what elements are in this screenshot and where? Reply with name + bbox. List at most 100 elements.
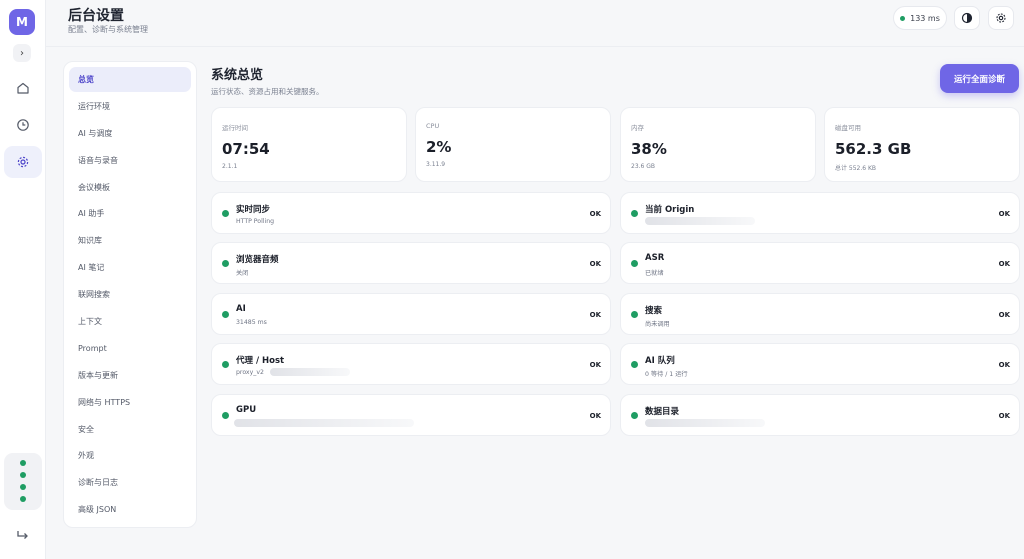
stat-value: 2% bbox=[426, 138, 452, 156]
service-status-dot bbox=[222, 361, 229, 368]
stat-value: 38% bbox=[631, 140, 667, 158]
clock-icon bbox=[17, 119, 29, 131]
latency-badge: 133 ms bbox=[893, 6, 947, 30]
status-dot bbox=[20, 496, 26, 502]
stat-label: 内存 bbox=[631, 124, 644, 132]
subnav-item-context[interactable]: 上下文 bbox=[69, 309, 191, 334]
service-status-dot bbox=[631, 361, 638, 368]
service-status: OK bbox=[998, 361, 1010, 369]
logout-icon bbox=[17, 531, 28, 539]
rail-expand-button[interactable]: › bbox=[13, 44, 31, 62]
stat-card-uptime: 运行时间 07:54 2.1.1 bbox=[211, 107, 407, 182]
subnav-item-knowledge-base[interactable]: 知识库 bbox=[69, 228, 191, 253]
service-card-browser-audio: 浏览器音频 关闭 OK bbox=[211, 242, 611, 284]
stat-value: 07:54 bbox=[222, 140, 270, 158]
home-button[interactable] bbox=[4, 72, 42, 104]
service-status-dot bbox=[631, 210, 638, 217]
service-status-dot bbox=[222, 311, 229, 318]
theme-toggle-button[interactable] bbox=[954, 6, 980, 30]
subnav-item-meeting-templates[interactable]: 会议模板 bbox=[69, 175, 191, 200]
status-dot bbox=[20, 460, 26, 466]
service-card-realtime-sync: 实时同步 HTTP Polling OK bbox=[211, 192, 611, 234]
subnav-item-diagnostics-logs[interactable]: 诊断与日志 bbox=[69, 470, 191, 495]
service-desc: proxy_v2 bbox=[236, 369, 264, 376]
settings-nav-button[interactable] bbox=[4, 146, 42, 178]
service-card-data-dir: 数据目录 OK bbox=[620, 394, 1020, 436]
status-dot bbox=[20, 472, 26, 478]
service-card-ai-queue: AI 队列 0 等待 / 1 运行 OK bbox=[620, 343, 1020, 385]
subnav-item-voice[interactable]: 语音与录音 bbox=[69, 148, 191, 173]
run-full-diagnostics-button[interactable]: 运行全面诊断 bbox=[940, 64, 1019, 93]
service-card-asr: ASR 已就绪 OK bbox=[620, 242, 1020, 284]
stat-detail: 23.6 GB bbox=[631, 163, 656, 170]
service-name: 搜索 bbox=[645, 306, 663, 316]
home-icon bbox=[17, 82, 29, 94]
header-divider bbox=[46, 46, 1024, 47]
service-name: AI 队列 bbox=[645, 356, 675, 366]
subnav-item-security[interactable]: 安全 bbox=[69, 417, 191, 442]
stat-value: 562.3 GB bbox=[835, 140, 912, 158]
section-title: 系统总览 bbox=[211, 68, 264, 83]
service-card-search: 搜索 尚未调用 OK bbox=[620, 293, 1020, 335]
service-status-dot bbox=[631, 412, 638, 419]
subnav-item-web-search[interactable]: 联网搜索 bbox=[69, 282, 191, 307]
service-status-dot bbox=[631, 311, 638, 318]
service-name: ASR bbox=[645, 253, 665, 263]
service-status-dot bbox=[222, 260, 229, 267]
subnav-item-ai-notes[interactable]: AI 笔记 bbox=[69, 255, 191, 280]
subnav-item-ai-scheduling[interactable]: AI 与调度 bbox=[69, 121, 191, 146]
stat-label: CPU bbox=[426, 122, 440, 130]
stat-label: 运行时间 bbox=[222, 124, 248, 132]
service-name: GPU bbox=[236, 405, 257, 415]
subnav-item-runtime[interactable]: 运行环境 bbox=[69, 94, 191, 119]
subnav-item-ai-assistant[interactable]: AI 助手 bbox=[69, 201, 191, 226]
latency-value: 133 ms bbox=[910, 13, 940, 23]
service-card-gpu: GPU OK bbox=[211, 394, 611, 436]
logout-button[interactable] bbox=[13, 526, 33, 544]
subnav-item-versions[interactable]: 版本与更新 bbox=[69, 363, 191, 388]
service-status: OK bbox=[998, 210, 1010, 218]
service-status: OK bbox=[589, 361, 601, 369]
service-status: OK bbox=[589, 210, 601, 218]
stat-detail: 2.1.1 bbox=[222, 163, 238, 170]
stat-card-memory: 内存 38% 23.6 GB bbox=[620, 107, 816, 182]
page-title: 后台设置 bbox=[68, 8, 124, 24]
page-subtitle: 配置、诊断与系统管理 bbox=[68, 25, 148, 34]
service-name: 代理 / Host bbox=[236, 356, 285, 366]
header-settings-button[interactable] bbox=[988, 6, 1014, 30]
redacted-value bbox=[234, 419, 414, 427]
subnav-item-advanced-json[interactable]: 高级 JSON bbox=[69, 497, 191, 522]
service-status-dot bbox=[631, 260, 638, 267]
app-logo[interactable]: M bbox=[9, 9, 35, 35]
stat-detail: 总计 552.6 KB bbox=[835, 165, 877, 172]
service-status-dot bbox=[222, 412, 229, 419]
service-desc: 0 等待 / 1 运行 bbox=[645, 371, 688, 378]
settings-subnav: 总览 运行环境 AI 与调度 语音与录音 会议模板 AI 助手 知识库 AI 笔… bbox=[63, 61, 197, 528]
service-name: AI bbox=[236, 304, 246, 314]
service-status: OK bbox=[998, 412, 1010, 420]
status-dot bbox=[20, 484, 26, 490]
status-indicators bbox=[4, 453, 42, 510]
history-button[interactable] bbox=[4, 109, 42, 141]
latency-status-dot bbox=[900, 15, 906, 21]
subnav-item-prompt[interactable]: Prompt bbox=[69, 336, 191, 361]
service-name: 当前 Origin bbox=[645, 205, 695, 215]
redacted-value bbox=[270, 368, 350, 376]
redacted-value bbox=[645, 419, 765, 427]
stat-detail: 3.11.9 bbox=[426, 161, 446, 168]
contrast-icon bbox=[961, 12, 973, 24]
service-desc: 31485 ms bbox=[236, 319, 267, 326]
service-status: OK bbox=[589, 311, 601, 319]
service-card-proxy-host: 代理 / Host proxy_v2 OK bbox=[211, 343, 611, 385]
subnav-item-appearance[interactable]: 外观 bbox=[69, 443, 191, 468]
service-status: OK bbox=[589, 260, 601, 268]
section-subtitle: 运行状态、资源占用和关键服务。 bbox=[211, 87, 324, 96]
subnav-item-overview[interactable]: 总览 bbox=[69, 67, 191, 92]
service-card-ai: AI 31485 ms OK bbox=[211, 293, 611, 335]
service-status: OK bbox=[998, 311, 1010, 319]
service-status-dot bbox=[222, 210, 229, 217]
service-name: 数据目录 bbox=[645, 407, 680, 417]
service-card-origin: 当前 Origin OK bbox=[620, 192, 1020, 234]
subnav-item-network-https[interactable]: 网络与 HTTPS bbox=[69, 390, 191, 415]
service-status: OK bbox=[998, 260, 1010, 268]
